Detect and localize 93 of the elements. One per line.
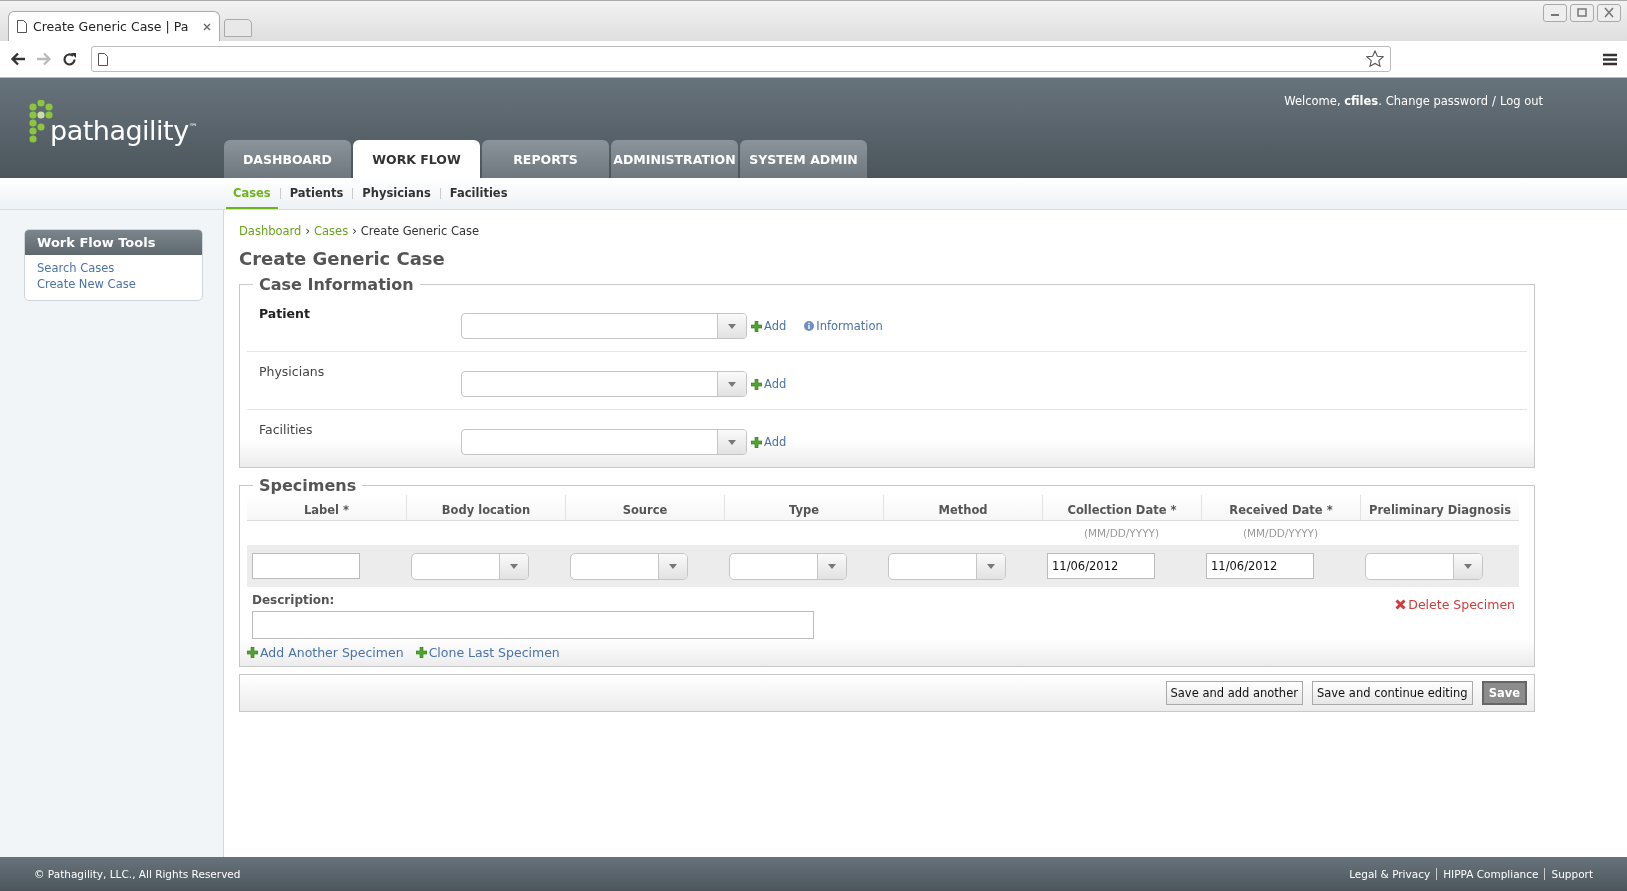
information-link[interactable]: Information	[804, 319, 883, 333]
date-format-hint: (MM/DD/YYYY)	[1083, 527, 1160, 539]
footer-link[interactable]: HIPPA Compliance	[1443, 868, 1539, 880]
page-title: Create Generic Case	[239, 248, 446, 269]
panel-title: Work Flow Tools	[25, 230, 202, 255]
footer-link[interactable]: Legal & Privacy	[1349, 868, 1431, 880]
add-specimen-link[interactable]: Add Another Specimen	[247, 645, 404, 660]
menu-icon[interactable]	[1603, 52, 1617, 66]
select-field[interactable]	[1365, 552, 1483, 580]
copyright: © Pathagility, LLC., All Rights Reserved	[34, 868, 241, 880]
subnav-link[interactable]: Patients	[282, 178, 351, 209]
sidebar-link[interactable]: Search Cases	[37, 260, 190, 276]
input-field[interactable]	[252, 553, 360, 579]
forward-icon[interactable]	[36, 52, 52, 66]
breadcrumb-separator: ›	[352, 224, 357, 238]
trademark: ™	[188, 122, 198, 132]
logo-text: pathagility	[50, 117, 189, 144]
delete-icon	[1395, 599, 1407, 610]
description-field[interactable]	[252, 611, 814, 639]
breadcrumb-current: Create Generic Case	[360, 224, 480, 238]
breadcrumb-link[interactable]: Cases	[314, 224, 349, 238]
close-icon[interactable]	[203, 22, 211, 31]
breadcrumb-separator: ›	[305, 224, 310, 238]
logo-icon	[26, 100, 54, 144]
input-field[interactable]: 11/06/2012	[1047, 553, 1155, 579]
column-header: Received Date *	[1201, 495, 1360, 521]
caret-icon	[728, 439, 736, 445]
caret-icon	[728, 381, 736, 387]
new-tab-button[interactable]	[224, 19, 252, 37]
column-header: Source	[565, 495, 724, 521]
field-label: Patient	[259, 306, 311, 321]
select-field[interactable]	[411, 552, 529, 580]
select-field[interactable]	[888, 552, 1006, 580]
caret-icon	[728, 323, 736, 329]
change-password-link[interactable]: Change password	[1385, 94, 1489, 108]
breadcrumb-link[interactable]: Dashboard	[239, 224, 302, 238]
back-icon[interactable]	[10, 52, 26, 66]
plus-icon	[751, 436, 762, 448]
plus-icon	[751, 320, 762, 332]
page-icon	[98, 52, 108, 66]
column-header: Collection Date *	[1042, 495, 1201, 521]
plus-icon	[415, 647, 427, 658]
column-header: Body location	[406, 495, 565, 521]
delete-specimen-link[interactable]: Delete Specimen	[1395, 597, 1515, 612]
select-field[interactable]	[729, 552, 847, 580]
section-title: Case Information	[258, 275, 415, 294]
nav-tab[interactable]: WORK FLOW	[353, 140, 480, 178]
subnav-link[interactable]: Facilities	[442, 178, 515, 209]
page-icon	[17, 20, 27, 33]
subnav-link[interactable]: Physicians	[355, 178, 438, 209]
nav-tab[interactable]: ADMINISTRATION	[611, 140, 738, 178]
sidebar-link[interactable]: Create New Case	[37, 276, 190, 292]
plus-icon	[751, 378, 762, 390]
add-link[interactable]: Add	[751, 435, 787, 449]
field-label: Physicians	[259, 364, 326, 379]
caret-icon	[510, 563, 518, 569]
add-link[interactable]: Add	[751, 377, 787, 391]
logout-link[interactable]: Log out	[1499, 94, 1543, 108]
reload-icon[interactable]	[62, 51, 77, 67]
minimize-icon[interactable]	[1543, 4, 1567, 22]
caret-icon	[669, 563, 677, 569]
secondary-save-button[interactable]: Save and continue editing	[1311, 681, 1473, 705]
select-field[interactable]	[570, 552, 688, 580]
maximize-icon[interactable]	[1570, 4, 1594, 22]
clone-specimen-link[interactable]: Clone Last Specimen	[415, 645, 560, 660]
secondary-save-button[interactable]: Save and add another	[1165, 681, 1303, 705]
separator: /	[1492, 94, 1496, 108]
nav-tab[interactable]: DASHBOARD	[224, 140, 351, 178]
column-header: Method	[883, 495, 1042, 521]
section-title: Specimens	[258, 476, 358, 495]
info-icon	[804, 321, 815, 331]
input-field[interactable]: 11/06/2012	[1206, 553, 1314, 579]
close-icon[interactable]	[1597, 4, 1621, 22]
add-link[interactable]: Add	[751, 319, 787, 333]
footer-link[interactable]: Support	[1551, 868, 1593, 880]
plus-icon	[247, 647, 258, 658]
caret-icon	[1464, 563, 1472, 569]
column-header: Type	[724, 495, 883, 521]
browser-tab[interactable]: Create Generic Case | Pa	[8, 11, 220, 41]
caret-icon	[987, 563, 995, 569]
nav-tab[interactable]: SYSTEM ADMIN	[740, 140, 867, 178]
star-icon[interactable]	[1366, 50, 1384, 68]
select-field[interactable]	[461, 313, 747, 339]
save-button[interactable]: Save	[1481, 681, 1527, 705]
welcome-text: Welcome, cfiles.	[1284, 94, 1382, 108]
select-field[interactable]	[461, 371, 747, 397]
nav-tab[interactable]: REPORTS	[482, 140, 609, 178]
description-label: Description:	[252, 593, 336, 607]
field-label: Facilities	[259, 422, 314, 437]
select-field[interactable]	[461, 429, 747, 455]
column-header: Preliminary Diagnosis	[1360, 495, 1519, 521]
caret-icon	[828, 563, 836, 569]
date-format-hint: (MM/DD/YYYY)	[1242, 527, 1319, 539]
